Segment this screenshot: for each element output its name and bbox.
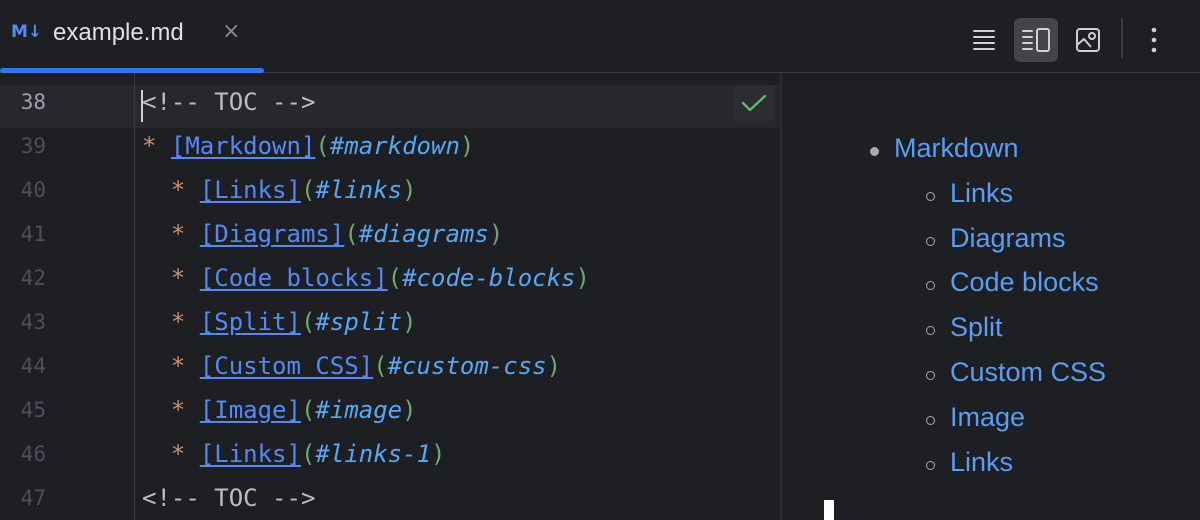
list-bullet: * [170,396,200,424]
line-number: 47 [20,486,46,510]
link-anchor: #split [315,308,403,336]
editor-tab-bar: M↓ example.md × [0,0,1200,73]
paren-close: ) [459,132,475,160]
preview-toc-link[interactable]: Image [950,402,1025,433]
code-line[interactable]: * [Links](#links) [142,176,417,204]
circle-bullet-icon [926,371,935,380]
list-bullet: * [170,220,200,248]
link-label: [Custom CSS] [199,352,374,380]
code-line[interactable]: <!-- TOC --> [142,484,315,512]
code-line[interactable]: * [Code blocks](#code-blocks) [142,264,590,292]
circle-bullet-icon [926,415,935,425]
paren-close: ) [402,396,417,424]
toc-comment: <!-- TOC --> [142,88,316,116]
paren-close: ) [431,440,446,468]
disc-bullet-icon [870,147,879,156]
tab-example-md[interactable]: M↓ example.md × [0,0,264,73]
line-number: 46 [20,442,46,466]
paren-open: ( [300,440,316,468]
preview-toc-link[interactable]: Markdown [894,133,1019,164]
preview-cursor [824,500,834,520]
link-label: [Code blocks] [199,264,388,292]
paren-open: ( [387,264,403,292]
code-line[interactable]: <!-- TOC --> [142,88,315,116]
editor-and-preview-button[interactable] [1014,18,1058,62]
line-number: 43 [20,310,46,334]
code-line[interactable]: * [Split](#split) [142,308,417,336]
paren-open: ( [373,352,388,380]
lines-icon [973,30,995,50]
link-anchor: #code-blocks [402,264,576,292]
line-number: 42 [20,266,46,290]
paren-close: ) [488,220,504,248]
paren-open: ( [344,220,359,248]
link-label: [Image] [199,396,301,424]
line-number: 44 [20,354,46,378]
paren-open: ( [300,176,316,204]
line-number: 38 [20,90,46,114]
preview-toc-link[interactable]: Links [950,178,1013,209]
list-bullet: * [170,308,200,336]
more-options-button[interactable] [1132,18,1176,62]
link-label: [Links] [199,176,301,204]
paren-close: ) [402,176,417,204]
link-anchor: #links-1 [315,440,432,468]
preview-toc-link[interactable]: Diagrams [950,223,1066,254]
line-number: 40 [20,178,46,202]
paren-close: ) [546,352,562,380]
circle-bullet-icon [926,191,935,201]
link-label: [Diagrams] [199,220,345,248]
split-view-icon [1022,28,1050,52]
preview-only-button[interactable] [1066,18,1110,62]
line-number: 39 [20,134,46,158]
more-vertical-icon [1151,27,1157,53]
code-line[interactable]: * [Custom CSS](#custom-css) [142,352,561,380]
link-label: [Links] [199,440,301,468]
paren-open: ( [315,132,330,160]
code-line[interactable]: * [Links](#links-1) [142,440,446,468]
link-anchor: #markdown [329,132,460,160]
paren-close: ) [402,308,417,336]
circle-bullet-icon [926,460,935,470]
editor-only-button[interactable] [962,18,1006,62]
code-line[interactable]: * [Image](#image) [142,396,417,424]
list-bullet: * [170,176,200,204]
link-label: [Split] [199,308,301,336]
checkmark-icon [741,94,767,112]
list-bullet: * [170,352,200,380]
paren-close: ) [575,264,590,292]
preview-toc-link[interactable]: Links [950,447,1013,478]
image-preview-icon [1076,28,1100,52]
paren-open: ( [300,396,316,424]
text-caret [141,90,143,122]
link-anchor: #image [315,396,403,424]
list-bullet: * [170,264,200,292]
link-anchor: #diagrams [358,220,489,248]
paren-open: ( [300,308,316,336]
code-line[interactable]: * [Markdown](#markdown) [142,132,474,160]
line-number: 41 [20,222,46,246]
close-tab-icon[interactable]: × [222,20,242,44]
circle-bullet-icon [926,236,935,246]
toc-comment: <!-- TOC --> [142,484,316,512]
list-bullet: * [142,132,171,160]
code-line[interactable]: * [Diagrams](#diagrams) [142,220,503,248]
preview-toc-link[interactable]: Split [950,312,1003,343]
preview-toc-link[interactable]: Custom CSS [950,357,1106,388]
link-anchor: #links [315,176,403,204]
link-label: [Markdown] [170,132,316,160]
list-bullet: * [170,440,200,468]
preview-toc-link[interactable]: Code blocks [950,267,1099,298]
toolbar-separator [1121,18,1123,58]
inspection-status[interactable] [733,85,775,121]
line-number: 45 [20,398,46,422]
markdown-file-icon: M↓ [11,22,43,42]
link-anchor: #custom-css [387,352,547,380]
tab-title: example.md [53,19,184,46]
